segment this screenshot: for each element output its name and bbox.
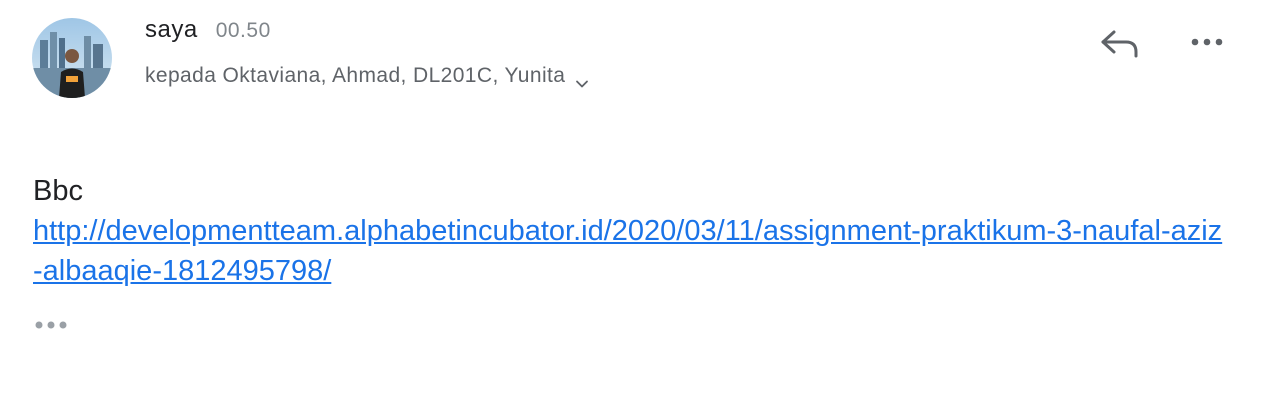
- more-options-button[interactable]: [1188, 30, 1228, 54]
- message-link[interactable]: http://developmentteam.alphabetincubator…: [33, 211, 1223, 291]
- recipients-label: kepada Oktaviana, Ahmad, DL201C, Yunita: [145, 64, 566, 87]
- recipients-toggle[interactable]: kepada Oktaviana, Ahmad, DL201C, Yunita: [145, 64, 589, 88]
- sender-name: saya: [145, 16, 198, 43]
- show-trimmed-content-button[interactable]: [34, 318, 70, 332]
- sender-avatar[interactable]: [32, 18, 112, 98]
- reply-arrow-icon: [1098, 30, 1142, 68]
- message-time: 00.50: [215, 19, 271, 42]
- ellipsis-icon: [34, 319, 70, 336]
- more-horizontal-icon: [1188, 38, 1228, 58]
- sender-header: saya 00.50: [145, 16, 271, 48]
- reply-button[interactable]: [1098, 24, 1142, 64]
- message-body-text: Bbc: [33, 175, 83, 207]
- chevron-down-icon: [575, 71, 589, 88]
